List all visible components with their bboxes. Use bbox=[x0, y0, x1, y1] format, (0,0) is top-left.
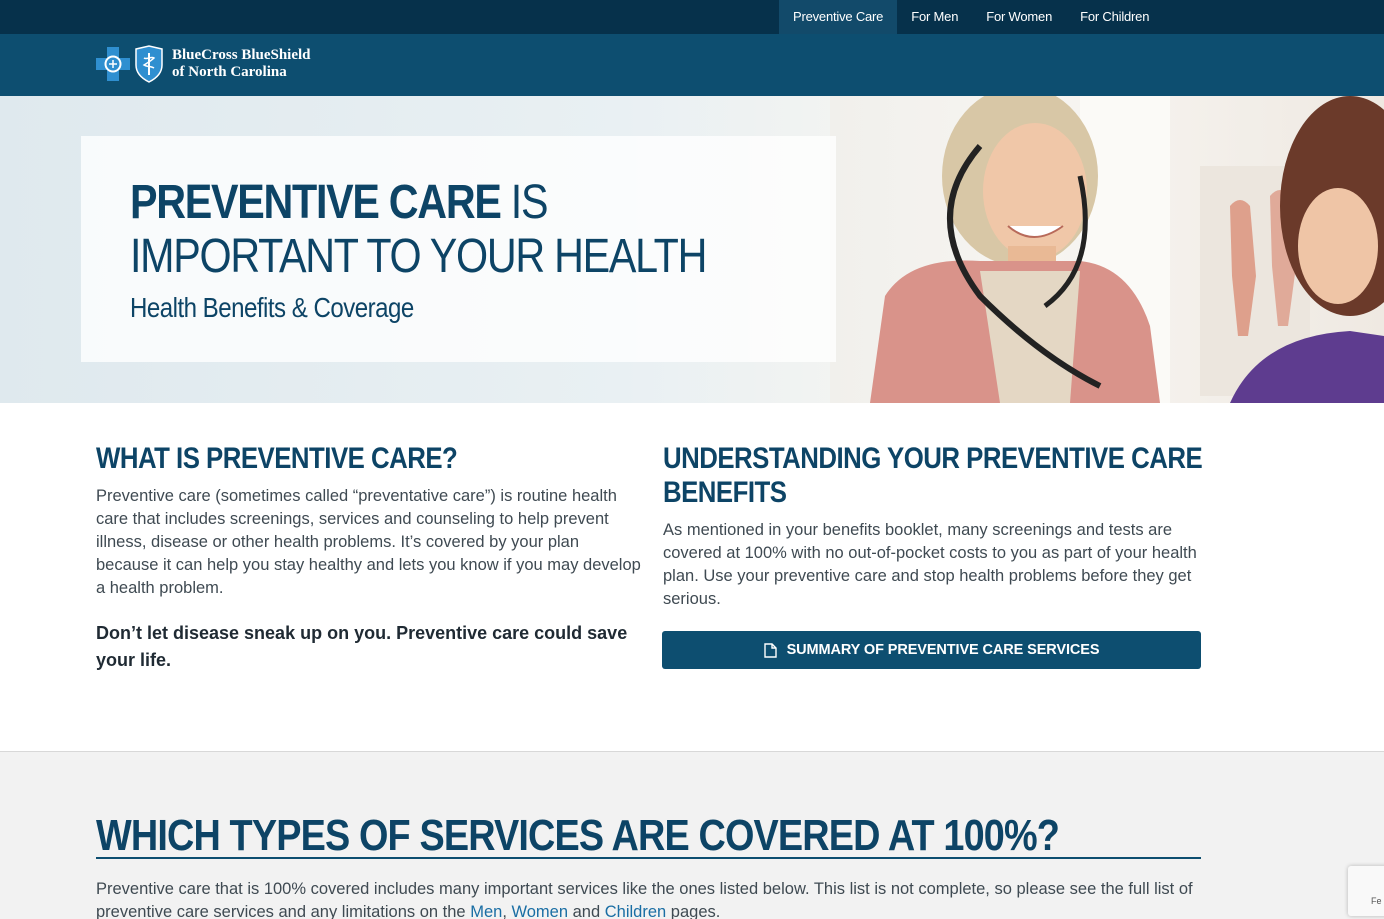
document-icon bbox=[763, 642, 777, 658]
what-is-preventive-care-heading: WHAT IS PREVENTIVE CARE? bbox=[96, 442, 458, 475]
hero-title: PREVENTIVE CARE IS IMPORTANT TO YOUR HEA… bbox=[130, 176, 707, 284]
covered-body-end: pages. bbox=[666, 903, 721, 919]
summary-of-preventive-care-button[interactable]: SUMMARY OF PREVENTIVE CARE SERVICES bbox=[662, 631, 1201, 669]
hero-title-bold: PREVENTIVE CARE bbox=[130, 176, 502, 229]
brand-line-1: BlueCross BlueShield bbox=[172, 47, 311, 63]
brand-bar: BlueCross BlueShield of North Carolina bbox=[0, 34, 1384, 96]
covered-services-body: Preventive care that is 100% covered inc… bbox=[96, 878, 1206, 919]
understanding-benefits-heading: UNDERSTANDING YOUR PREVENTIVE CARE BENEF… bbox=[663, 442, 1203, 510]
recaptcha-label: Fe bbox=[1371, 896, 1382, 906]
hero-photo bbox=[830, 96, 1384, 403]
nav-preventive-care[interactable]: Preventive Care bbox=[779, 0, 898, 34]
summary-button-label: SUMMARY OF PREVENTIVE CARE SERVICES bbox=[786, 642, 1100, 658]
blue-cross-icon bbox=[96, 47, 130, 81]
nav-for-children[interactable]: For Children bbox=[1066, 0, 1163, 34]
nav-for-women[interactable]: For Women bbox=[972, 0, 1066, 34]
covered-services-heading: WHICH TYPES OF SERVICES ARE COVERED AT 1… bbox=[96, 811, 1060, 860]
what-is-preventive-care-body: Preventive care (sometimes called “preve… bbox=[96, 487, 641, 597]
preventive-care-callout: Don’t let disease sneak up on you. Preve… bbox=[96, 623, 628, 670]
covered-sep-2: and bbox=[568, 903, 605, 919]
brand-logo[interactable]: BlueCross BlueShield of North Carolina bbox=[95, 45, 311, 83]
understanding-heading-line-1: UNDERSTANDING YOUR PREVENTIVE CARE bbox=[663, 442, 1203, 475]
understanding-benefits-body: As mentioned in your benefits booklet, m… bbox=[663, 521, 1197, 608]
hero-subtitle: Health Benefits & Coverage bbox=[130, 292, 414, 323]
understanding-heading-line-2: BENEFITS bbox=[663, 476, 787, 509]
hero-title-line-2: IMPORTANT TO YOUR HEALTH bbox=[130, 230, 707, 283]
men-link[interactable]: Men bbox=[470, 903, 502, 919]
children-link[interactable]: Children bbox=[605, 903, 666, 919]
top-nav-bar: Preventive Care For Men For Women For Ch… bbox=[0, 0, 1384, 34]
hero-title-rest: IS bbox=[500, 176, 549, 229]
hero-banner: PREVENTIVE CARE IS IMPORTANT TO YOUR HEA… bbox=[0, 96, 1384, 403]
women-link[interactable]: Women bbox=[511, 903, 568, 919]
brand-line-2: of North Carolina bbox=[172, 64, 287, 80]
nav-for-men[interactable]: For Men bbox=[897, 0, 972, 34]
section-divider bbox=[96, 857, 1201, 859]
blue-shield-icon bbox=[135, 45, 163, 83]
doctor-patient-illustration bbox=[870, 96, 1384, 403]
brand-name: BlueCross BlueShield of North Carolina bbox=[172, 47, 311, 81]
recaptcha-badge[interactable]: Fe bbox=[1348, 866, 1384, 916]
top-nav: Preventive Care For Men For Women For Ch… bbox=[779, 0, 1163, 34]
